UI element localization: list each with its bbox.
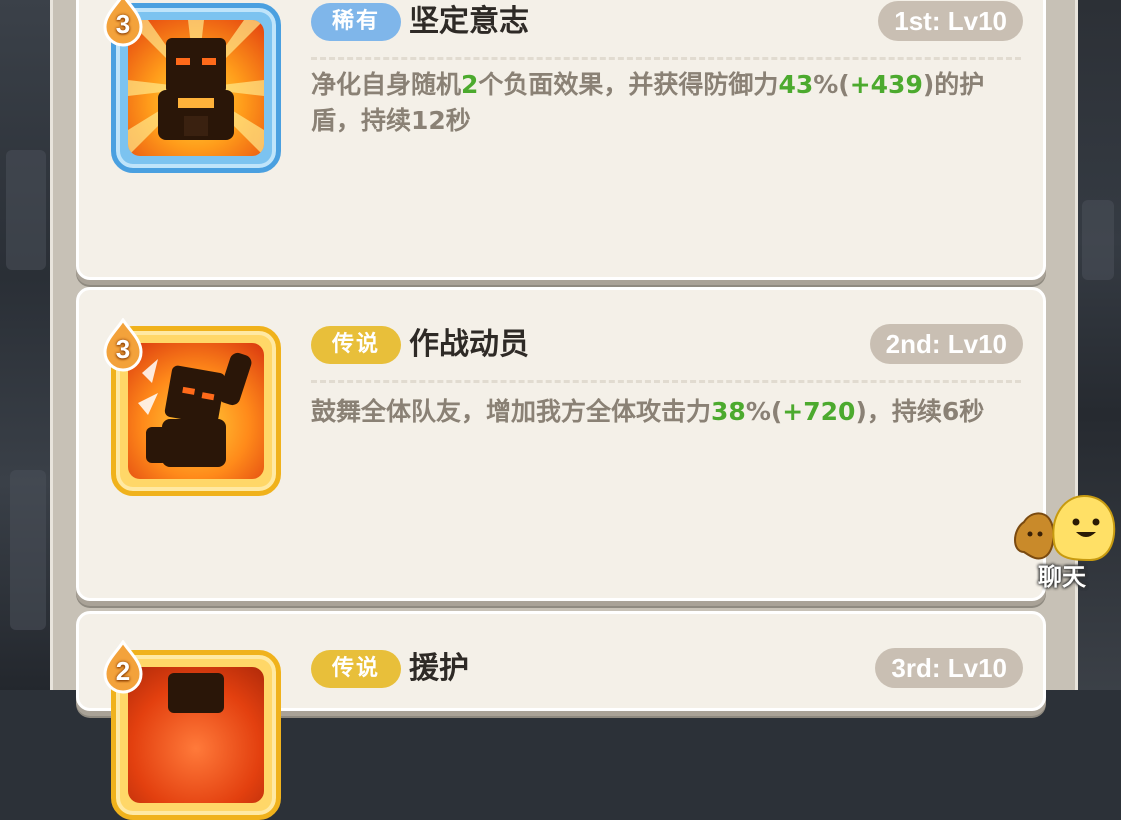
skill-name: 作战动员: [409, 327, 529, 362]
shield-guard-icon: [128, 20, 264, 156]
background-prop: [10, 470, 46, 630]
chat-label[interactable]: 聊天: [1022, 557, 1102, 592]
desc-text: 净化自身随机: [311, 70, 462, 99]
desc-text: %(: [813, 70, 850, 99]
skill-name: 援护: [409, 651, 469, 686]
skill-level-drop: 3: [101, 317, 145, 372]
skill-name: 坚定意志: [409, 4, 529, 39]
desc-text: 鼓舞全体队友，增加我方全体攻击力: [311, 397, 712, 426]
desc-text: %(: [745, 397, 783, 426]
desc-text: 个负面效果，并获得防御力: [478, 70, 779, 99]
skill-card[interactable]: 3 稀有 坚定意志 1st: Lv10 净化自身随机2个负面效果，并获得防御力4…: [76, 0, 1046, 280]
desc-value: 43: [778, 70, 814, 99]
desc-value: 2: [461, 70, 479, 99]
skill-level-drop: 3: [101, 0, 145, 47]
rarity-badge: 稀有: [311, 3, 401, 41]
desc-value: +439: [849, 70, 923, 99]
skill-card[interactable]: 3 传说 作战动员 2nd: Lv10 鼓舞全体队友，增加我方全体攻击力38%(…: [76, 287, 1046, 601]
skill-description: 净化自身随机2个负面效果，并获得防御力43%(+439)的护盾，持续12秒: [311, 67, 1031, 139]
skill-level-number: 2: [115, 656, 131, 686]
skill-level-number: 3: [115, 9, 131, 39]
divider: [311, 57, 1021, 60]
rank-badge: 3rd: Lv10: [875, 648, 1023, 688]
divider: [311, 380, 1021, 383]
rank-badge: 2nd: Lv10: [869, 324, 1023, 364]
cover-icon: [128, 667, 264, 803]
rarity-badge: 传说: [311, 650, 401, 688]
background-prop: [1082, 200, 1114, 280]
skill-description: 鼓舞全体队友，增加我方全体攻击力38%(+720)，持续6秒: [311, 394, 1031, 430]
rank-badge: 1st: Lv10: [878, 1, 1023, 41]
desc-value: 38: [711, 397, 746, 426]
skill-card[interactable]: 2 传说 援护 3rd: Lv10: [76, 611, 1046, 820]
skill-level-number: 3: [115, 334, 131, 364]
desc-value: +720: [782, 397, 856, 426]
skill-level-drop: 2: [101, 639, 145, 694]
rarity-badge: 传说: [311, 326, 401, 364]
desc-text: )，持续6秒: [855, 397, 985, 426]
background-prop: [6, 150, 46, 270]
battle-cry-icon: [128, 343, 264, 479]
